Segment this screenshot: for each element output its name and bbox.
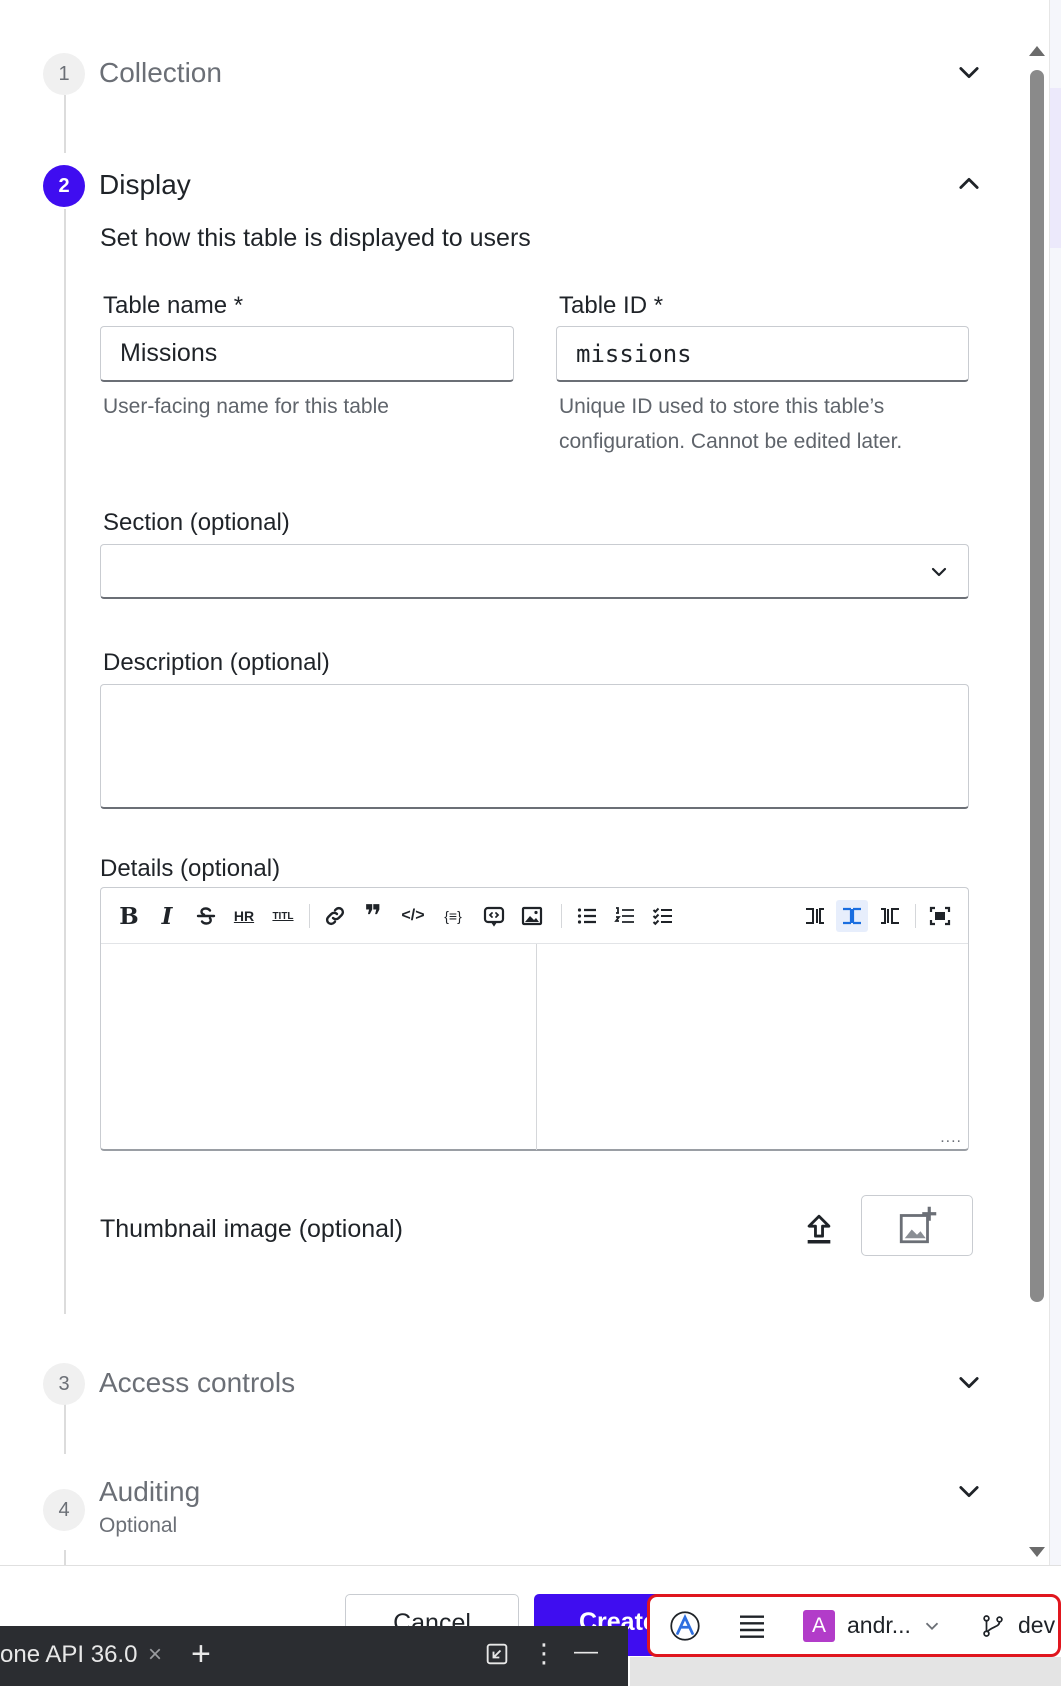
code-icon[interactable]: </> — [397, 900, 429, 932]
step-rail — [64, 1404, 66, 1454]
description-textarea[interactable] — [100, 684, 969, 809]
step-number: 3 — [43, 1363, 85, 1405]
markdown-input-pane[interactable] — [101, 944, 536, 1150]
user-name: andr... — [847, 1612, 911, 1638]
link-icon[interactable] — [319, 900, 351, 932]
chevron-down-icon[interactable] — [955, 58, 983, 86]
strikethrough-icon[interactable] — [190, 900, 222, 932]
section-select[interactable] — [100, 544, 969, 599]
chevron-up-icon[interactable] — [955, 170, 983, 198]
more-menu-icon[interactable]: ⋮ — [530, 1638, 558, 1668]
details-markdown-editor: B I HR TITL ❞ </> {≡} .... — [100, 887, 969, 1151]
git-branch-icon — [983, 1614, 1003, 1637]
split-mode-icon[interactable] — [836, 900, 868, 932]
toolbar-divider — [561, 904, 562, 928]
preview-mode-icon[interactable] — [874, 900, 906, 932]
step-subtitle: Optional — [99, 1514, 178, 1537]
bold-icon[interactable]: B — [113, 900, 145, 932]
image-icon[interactable] — [516, 900, 548, 932]
step-rail — [64, 209, 66, 1314]
checklist-icon[interactable] — [647, 900, 679, 932]
minimize-icon[interactable]: — — [574, 1638, 602, 1666]
vertical-scrollbar[interactable] — [1025, 40, 1047, 1565]
scroll-down-arrow-icon[interactable] — [1029, 1547, 1045, 1557]
table-name-input[interactable]: Missions — [100, 326, 514, 382]
step-title: Auditing — [99, 1476, 201, 1507]
upload-icon[interactable] — [802, 1212, 836, 1246]
preview-icon[interactable] — [478, 900, 510, 932]
toolbar-divider — [309, 904, 310, 928]
step-number: 4 — [43, 1489, 85, 1531]
window-tab-bar: one API 36.0 × + ⋮ — — [0, 1626, 628, 1686]
bullet-list-icon[interactable] — [571, 900, 603, 932]
table-id-input[interactable]: missions — [556, 326, 969, 382]
background-app-strip — [1050, 0, 1061, 1600]
table-id-label: Table ID * — [559, 292, 664, 319]
step-title: Collection — [99, 57, 222, 88]
restore-window-icon[interactable] — [483, 1640, 511, 1668]
description-label: Description (optional) — [103, 649, 330, 676]
create-table-panel: 1 Collection 2 Display Set how this tabl… — [0, 0, 1050, 1565]
quote-icon[interactable]: ❞ — [357, 900, 389, 933]
hamburger-menu-icon[interactable] — [736, 1597, 768, 1654]
chevron-down-icon[interactable] — [955, 1368, 983, 1396]
step-rail — [64, 1550, 66, 1565]
add-tab-icon[interactable]: + — [191, 1635, 211, 1674]
chevron-down-icon — [931, 567, 947, 577]
thumbnail-label: Thumbnail image (optional) — [100, 1215, 403, 1243]
step-title: Access controls — [99, 1367, 296, 1398]
editor-toolbar: B I HR TITL ❞ </> {≡} — [101, 888, 968, 944]
close-tab-icon[interactable]: × — [148, 1641, 162, 1669]
developer-toolbar: A andr... dev — [647, 1594, 1061, 1657]
toolbar-divider — [915, 904, 916, 928]
code-block-icon[interactable]: {≡} — [437, 900, 469, 932]
edit-mode-icon[interactable] — [799, 900, 831, 932]
branch-name: dev — [1018, 1612, 1056, 1638]
markdown-preview-pane — [537, 944, 968, 1150]
step-number: 2 — [43, 165, 85, 207]
section-label: Section (optional) — [103, 509, 290, 536]
chevron-down-icon[interactable] — [955, 1477, 983, 1505]
numbered-list-icon[interactable] — [609, 900, 641, 932]
step-subtitle: Set how this table is displayed to users — [100, 224, 531, 252]
table-name-label: Table name * — [103, 292, 244, 319]
app-logo-icon[interactable] — [670, 1597, 700, 1654]
background-tint — [1050, 88, 1061, 248]
fullscreen-icon[interactable] — [924, 900, 956, 932]
step-number: 1 — [43, 53, 85, 95]
step-title: Display — [99, 169, 191, 200]
add-image-icon — [899, 1206, 937, 1243]
resize-handle[interactable]: .... — [940, 1129, 962, 1147]
avatar: A — [803, 1609, 835, 1642]
chevron-down-icon — [925, 1622, 939, 1630]
user-menu[interactable]: A andr... — [803, 1597, 943, 1654]
devbar-shadow — [630, 1657, 1061, 1686]
scrollbar-thumb[interactable] — [1030, 70, 1044, 1302]
table-id-help-line2: configuration. Cannot be edited later. — [559, 430, 903, 453]
details-label: Details (optional) — [100, 855, 281, 882]
tab-title[interactable]: one API 36.0 — [0, 1641, 137, 1669]
italic-icon[interactable]: I — [151, 900, 183, 932]
scroll-up-arrow-icon[interactable] — [1029, 46, 1045, 56]
title-icon[interactable]: TITL — [267, 900, 299, 932]
table-name-help: User-facing name for this table — [103, 395, 389, 418]
thumbnail-dropzone[interactable] — [861, 1195, 973, 1256]
horizontal-rule-icon[interactable]: HR — [228, 900, 260, 932]
step-rail — [64, 95, 66, 153]
branch-selector[interactable]: dev — [980, 1597, 1055, 1654]
table-id-help-line1: Unique ID used to store this table’s — [559, 395, 885, 418]
